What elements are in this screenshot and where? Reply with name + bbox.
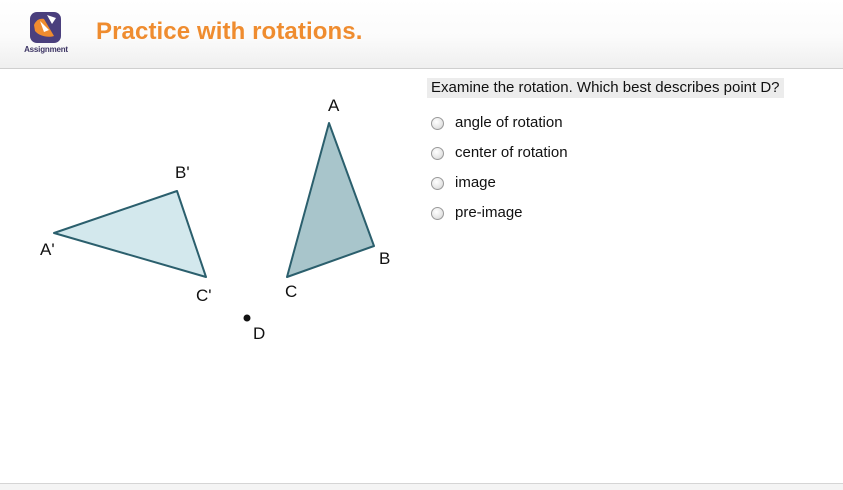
radio-button-icon[interactable] [431,147,444,160]
label-b-prime: B' [175,163,190,182]
label-b: B [379,249,390,268]
option-label[interactable]: pre-image [455,204,523,221]
label-d: D [253,324,265,343]
radio-button-icon[interactable] [431,117,444,130]
option-angle-of-rotation[interactable]: angle of rotation [431,112,671,142]
radio-button-icon[interactable] [431,207,444,220]
label-c: C [285,282,297,301]
page-title: Practice with rotations. [96,18,363,45]
option-image[interactable]: image [431,172,671,202]
option-center-of-rotation[interactable]: center of rotation [431,142,671,172]
point-d [243,314,251,322]
label-a-prime: A' [40,240,55,259]
logo-text: Assignment [24,45,68,54]
answer-options: angle of rotation center of rotation ima… [431,112,671,232]
rotation-diagram: A B C A' B' C' D [0,69,420,429]
option-label[interactable]: angle of rotation [455,114,563,131]
image-triangle-abc-prime [53,190,207,278]
preimage-triangle-abc [286,122,375,278]
assignment-logo: Assignment [20,10,72,58]
label-c-prime: C' [196,286,212,305]
option-label[interactable]: image [455,174,496,191]
radio-button-icon[interactable] [431,177,444,190]
option-label[interactable]: center of rotation [455,144,568,161]
label-a: A [328,96,340,115]
assignment-logo-icon [30,12,61,43]
header-bar: Assignment Practice with rotations. [0,0,843,69]
question-text: Examine the rotation. Which best describ… [427,78,784,98]
option-pre-image[interactable]: pre-image [431,202,671,232]
